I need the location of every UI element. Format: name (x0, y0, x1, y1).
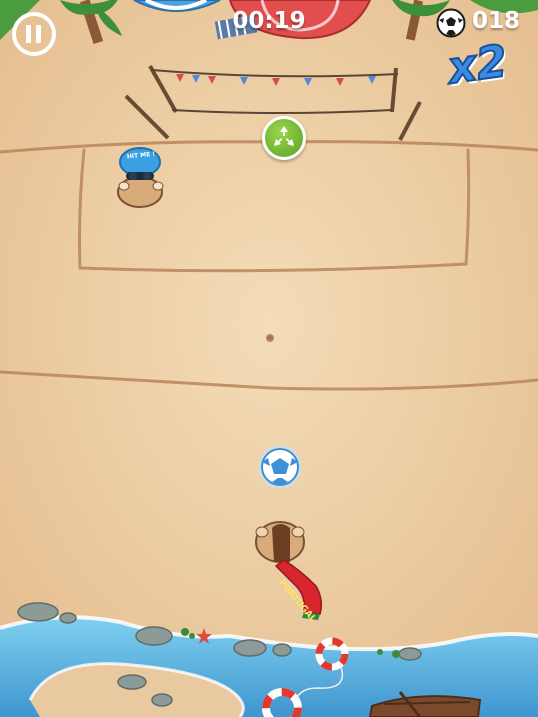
score-multiplier: x2 (444, 35, 512, 96)
recycle-arrows-icon (274, 126, 294, 146)
soccer-ball (258, 445, 302, 489)
beach-background (0, 0, 538, 717)
score-ball-icon-wrap (436, 8, 466, 38)
game-screen: HIT ME ! PORTUGAL 00:19 018 x2 (0, 0, 538, 717)
pause-icon (26, 25, 41, 43)
soccer-ball-icon (436, 8, 466, 38)
timer: 00:19 (232, 8, 306, 34)
pause-button[interactable] (12, 12, 56, 56)
powerup-button[interactable] (262, 116, 306, 160)
